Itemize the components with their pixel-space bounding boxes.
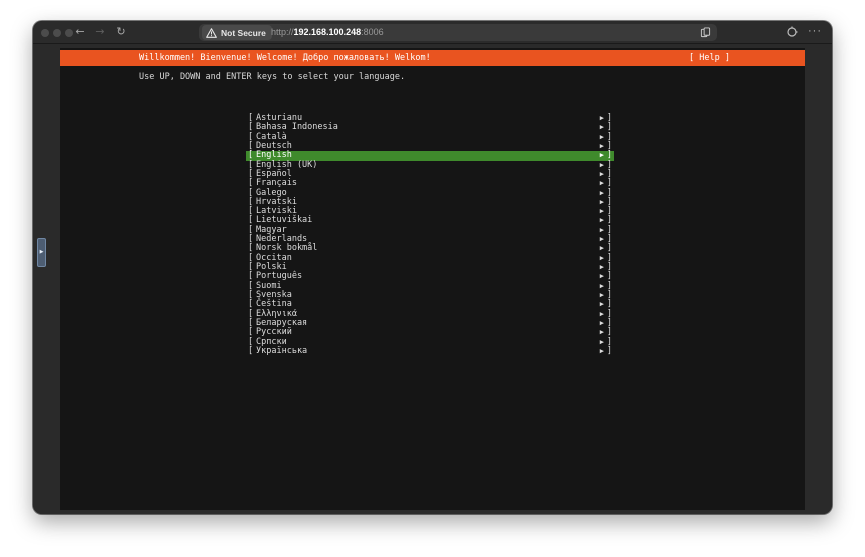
url-port: :8006 [361,27,384,37]
language-list: [Asturianu ▶][Bahasa Indonesia ▶][Català ▶]… [246,113,614,356]
address-bar[interactable]: Not Secure http://192.168.100.248:8006 [199,24,717,41]
close-window-button[interactable] [41,29,49,37]
arrow-right-icon: ▶ [599,179,604,188]
installer-console[interactable]: Willkommen! Bienvenue! Welcome! Добро по… [60,48,805,510]
language-option[interactable]: [Français ▶] [246,178,614,188]
reload-icon[interactable]: ↻ [113,24,129,40]
language-option[interactable]: [Deutsch ▶] [246,141,614,151]
instructions-text: Use UP, DOWN and ENTER keys to select yo… [139,72,406,82]
arrow-right-icon: ▶ [599,216,604,225]
browser-toolbar: ← → ↻ Not Secure http://192.168.100.248:… [33,21,832,44]
url-text[interactable]: http://192.168.100.248:8006 [271,26,384,39]
warning-icon [206,27,217,38]
language-option[interactable]: [Беларуская ▶] [246,318,614,328]
arrow-right-icon: ▶ [599,225,604,234]
security-label: Not Secure [221,27,266,38]
arrow-right-icon: ▶ [599,290,604,299]
arrow-right-icon: ▶ [599,207,604,216]
language-label: Українська [256,345,308,356]
arrow-right-icon: ▶ [599,123,604,132]
arrow-right-icon: ▶ [599,188,604,197]
forward-icon[interactable]: → [92,24,108,40]
sidebar-toggle-icon[interactable]: ▶ [37,238,46,267]
language-option[interactable]: [Русский ▶] [246,327,614,337]
help-button[interactable]: [ Help ] [689,50,730,66]
arrow-right-icon: ▶ [599,197,604,206]
bracket-close: ] [606,345,612,356]
language-option[interactable]: [Bahasa Indonesia ▶] [246,122,614,132]
language-option[interactable]: [Čeština ▶] [246,299,614,309]
arrow-right-icon: ▶ [599,318,604,327]
arrow-right-icon: ▶ [599,151,604,160]
language-option[interactable]: [Galego ▶] [246,188,614,198]
minimize-window-button[interactable] [53,29,61,37]
browser-window: ← → ↻ Not Secure http://192.168.100.248:… [33,21,832,514]
language-option[interactable]: [Português ▶] [246,271,614,281]
arrow-right-icon: ▶ [599,346,604,355]
arrow-right-icon: ▶ [599,160,604,169]
language-option[interactable]: [Suomi ▶] [246,281,614,291]
language-option[interactable]: [English (UK) ▶] [246,160,614,170]
security-indicator[interactable]: Not Secure [202,25,272,40]
language-option[interactable]: [Català ▶] [246,132,614,142]
installer-header: Willkommen! Bienvenue! Welcome! Добро по… [60,50,805,66]
arrow-right-icon: ▶ [599,235,604,244]
welcome-title: Willkommen! Bienvenue! Welcome! Добро по… [139,53,431,63]
arrow-right-icon: ▶ [599,244,604,253]
arrow-right-icon: ▶ [599,169,604,178]
language-option[interactable]: [Norsk bokmål ▶] [246,244,614,254]
language-option[interactable]: [Lietuviškai ▶] [246,216,614,226]
language-option[interactable]: [Українська ▶] [246,345,614,356]
arrow-right-icon: ▶ [599,337,604,346]
bracket-open: [ [248,345,254,356]
arrow-right-icon: ▶ [599,253,604,262]
url-scheme: http:// [271,27,294,37]
arrow-right-icon: ▶ [599,263,604,271]
url-host: 192.168.100.248 [293,27,362,37]
more-menu-icon[interactable]: ··· [808,24,822,38]
arrow-right-icon: ▶ [599,141,604,150]
language-option[interactable]: [Español ▶] [246,169,614,179]
arrow-right-icon: ▶ [599,272,604,281]
extensions-icon[interactable] [785,25,799,39]
language-option[interactable]: [Occitan ▶] [246,253,614,263]
arrow-right-icon: ▶ [599,281,604,290]
back-icon[interactable]: ← [72,24,88,40]
page-viewport: ▶ Willkommen! Bienvenue! Welcome! Добро … [33,44,832,514]
arrow-right-icon: ▶ [599,114,604,122]
arrow-right-icon: ▶ [599,300,604,309]
arrow-right-icon: ▶ [599,309,604,318]
arrow-right-icon: ▶ [599,328,604,337]
arrow-right-icon: ▶ [599,132,604,141]
language-option[interactable]: [Hrvatski ▶] [246,197,614,207]
page-actions-icon[interactable] [700,27,711,38]
language-option[interactable]: [Svenska ▶] [246,290,614,300]
